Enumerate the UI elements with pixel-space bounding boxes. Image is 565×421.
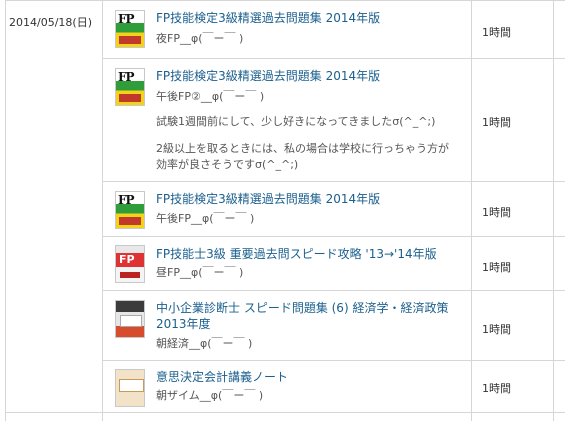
date-label: 2014/05/18(日) bbox=[9, 16, 92, 29]
row-divider bbox=[5, 412, 565, 413]
fp-book-cover[interactable]: FP bbox=[115, 10, 145, 48]
study-note: 朝経済__φ(￣ー￣ ) bbox=[156, 337, 253, 350]
study-note: 午後FP__φ(￣ー￣ ) bbox=[156, 212, 255, 225]
study-log-table: 2014/05/18(日) FP FP技能検定3級精選過去問題集 2014年版 … bbox=[0, 0, 565, 421]
study-note: 夜FP__φ(￣ー￣ ) bbox=[156, 32, 244, 45]
book-title-link-line2[interactable]: 2013年度 bbox=[156, 317, 211, 332]
fp-book-cover[interactable]: FP bbox=[115, 191, 145, 229]
fp-speed-book-cover[interactable]: FP bbox=[115, 245, 145, 283]
study-note: 朝ザイム__φ(￣ー￣ ) bbox=[156, 389, 264, 402]
book-title-link[interactable]: FP技能検定3級精選過去問題集 2014年版 bbox=[156, 192, 380, 207]
book-title-link[interactable]: 中小企業診断士 スピード問題集 (6) 経済学・経済政策 bbox=[156, 301, 448, 316]
study-note: 昼FP__φ(￣ー￣ ) bbox=[156, 266, 244, 279]
study-time: 1時間 bbox=[482, 206, 511, 219]
study-note: 午後FP②__φ(￣ー￣ ) bbox=[156, 90, 265, 103]
book-title-link[interactable]: 意思決定会計講義ノート bbox=[156, 370, 288, 385]
table-row: FP FP技能検定3級精選過去問題集 2014年版 午後FP__φ(￣ー￣ ) … bbox=[102, 181, 565, 236]
study-time: 1時間 bbox=[482, 323, 511, 336]
accounting-book-cover[interactable] bbox=[115, 369, 145, 407]
book-title-link[interactable]: FP技能検定3級精選過去問題集 2014年版 bbox=[156, 11, 380, 26]
table-row: 中小企業診断士 スピード問題集 (6) 経済学・経済政策 2013年度 朝経済_… bbox=[102, 290, 565, 360]
table-border-left bbox=[5, 0, 6, 421]
table-row: 意思決定会計講義ノート 朝ザイム__φ(￣ー￣ ) 1時間 bbox=[102, 360, 565, 412]
study-time: 1時間 bbox=[482, 26, 511, 39]
book-title-link[interactable]: FP技能検定3級精選過去問題集 2014年版 bbox=[156, 69, 380, 84]
fp-book-cover[interactable]: FP bbox=[115, 68, 145, 106]
table-row: FP FP技能士3級 重要過去問スピード攻略 '13→'14年版 昼FP__φ(… bbox=[102, 236, 565, 290]
study-time: 1時間 bbox=[482, 382, 511, 395]
table-row: FP FP技能検定3級精選過去問題集 2014年版 午後FP②__φ(￣ー￣ )… bbox=[102, 58, 565, 181]
study-time: 1時間 bbox=[482, 261, 511, 274]
memo-text: 試験1週間前にして、少し好きになってきましたσ(^_^;) bbox=[156, 115, 436, 128]
memo-text: 2級以上を取るときには、私の場合は学校に行っちゃう方が効率が良さそうですσ(^_… bbox=[156, 142, 449, 171]
study-time: 1時間 bbox=[482, 116, 511, 129]
shindanshi-book-cover[interactable] bbox=[115, 300, 145, 338]
book-title-link[interactable]: FP技能士3級 重要過去問スピード攻略 '13→'14年版 bbox=[156, 247, 437, 262]
table-row: FP FP技能検定3級精選過去問題集 2014年版 夜FP__φ(￣ー￣ ) 1… bbox=[102, 0, 565, 58]
